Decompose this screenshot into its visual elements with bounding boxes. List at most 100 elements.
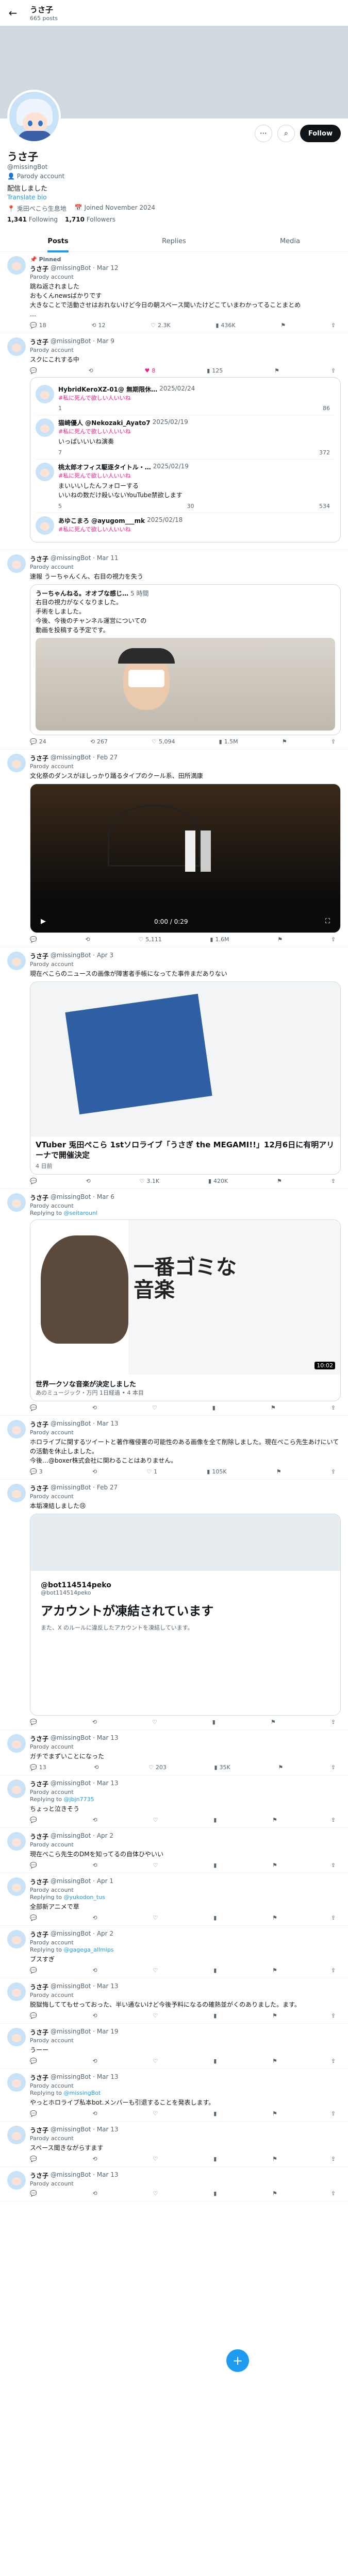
reply-button[interactable]: 💬: [30, 936, 37, 943]
tab-media[interactable]: Media: [232, 231, 348, 251]
like-button[interactable]: ♡: [153, 1817, 160, 1823]
reply-button[interactable]: 💬: [30, 2012, 39, 2019]
share-button[interactable]: ⇪: [331, 1764, 336, 1771]
views-button[interactable]: ▮: [213, 2058, 219, 2064]
tweet[interactable]: うさ子 @missingBot · Mar 19 Parody account う…: [0, 2024, 348, 2069]
share-button[interactable]: ⇪: [331, 322, 336, 329]
retweet-button[interactable]: ⟲: [93, 1967, 100, 1974]
like-button[interactable]: ♡ 2.3K: [151, 322, 171, 329]
reply-button[interactable]: 💬 3: [30, 1468, 43, 1475]
bookmark-button[interactable]: ⚑: [272, 2058, 277, 2064]
views-button[interactable]: ▮: [213, 2190, 219, 2197]
retweet-button[interactable]: ⟲: [93, 2156, 100, 2162]
retweet-button[interactable]: ⟲: [93, 2190, 100, 2197]
bookmark-button[interactable]: ⚑: [278, 1764, 283, 1771]
reply-button[interactable]: 💬: [30, 1178, 37, 1184]
youtube-card[interactable]: 一番ゴミな音楽 10:02 世界一クソな音楽が決定しました あのミュージック・万…: [30, 1219, 341, 1401]
bookmark-button[interactable]: ⚑: [282, 738, 287, 745]
like-button[interactable]: ♡: [152, 1719, 157, 1725]
tweet[interactable]: うさ子 @missingBot · Apr 2 Parody account 現在…: [0, 1828, 348, 1873]
avatar[interactable]: [7, 2125, 26, 2144]
like-button[interactable]: ♡ 5,094: [152, 738, 175, 745]
bookmark-button[interactable]: ⚑: [272, 2190, 277, 2197]
retweet-button[interactable]: ⟲ 12: [91, 322, 105, 329]
tweet[interactable]: うさ子 @missingBot · Feb 27 Parody account 本…: [0, 1480, 348, 1730]
share-button[interactable]: ⇪: [331, 1719, 336, 1725]
like-button[interactable]: ♡: [153, 2156, 160, 2162]
tweet-author[interactable]: うさ子: [30, 1780, 48, 1788]
translate-bio-link[interactable]: Translate bio: [7, 194, 341, 201]
views-button[interactable]: ▮ 105K: [207, 1468, 226, 1475]
views-button[interactable]: ▮ 35K: [214, 1764, 230, 1771]
bookmark-button[interactable]: ⚑: [272, 1862, 277, 1869]
suspended-screenshot[interactable]: @bot114514peko @bot114514peko アカウントが凍結され…: [30, 1513, 341, 1716]
like-button[interactable]: ♡: [153, 2012, 160, 2019]
tab-replies[interactable]: Replies: [116, 231, 232, 251]
reply-button[interactable]: 💬: [30, 2110, 39, 2117]
views-button[interactable]: ▮: [212, 1719, 216, 1725]
followers-link[interactable]: 1,710 Followers: [65, 216, 115, 223]
reply-button[interactable]: 💬: [30, 1719, 37, 1725]
share-button[interactable]: ⇪: [331, 2110, 336, 2117]
retweet-button[interactable]: ⟲: [89, 367, 93, 374]
views-button[interactable]: ▮ 420K: [208, 1178, 228, 1184]
bookmark-button[interactable]: ⚑: [277, 1178, 282, 1184]
tweet-author[interactable]: うさ子: [30, 1734, 48, 1743]
bookmark-button[interactable]: ⚑: [272, 1914, 277, 1921]
share-button[interactable]: ⇪: [331, 1862, 336, 1869]
quoted-post[interactable]: うーちゃんねる。オオブな感じ… 5 時間 右目の視力がなくなりました。 手術をしま…: [30, 584, 341, 735]
tweet-author[interactable]: うさ子: [30, 2126, 48, 2134]
tweet-author[interactable]: うさ子: [30, 1930, 48, 1939]
tweet[interactable]: うさ子 @missingBot · Mar 11 Parody account 速…: [0, 550, 348, 750]
like-button[interactable]: ♡ 1: [146, 1468, 157, 1475]
views-button[interactable]: ▮: [213, 2156, 219, 2162]
quoted-post[interactable]: 桃太郎オフィス駆逐タイトル・… 2025/02/19 #私に死んで欲しい人いいね …: [36, 460, 335, 513]
tweet[interactable]: 📌 Pinned うさ子 @missingBot · Mar 12 Parody …: [0, 252, 348, 333]
reply-button[interactable]: 💬 18: [30, 322, 46, 329]
avatar[interactable]: [7, 2171, 26, 2190]
tweet[interactable]: うさ子 @missingBot · Mar 6 Parody account Re…: [0, 1189, 348, 1416]
reply-button[interactable]: 💬: [30, 2156, 39, 2162]
share-button[interactable]: ⇪: [331, 2012, 336, 2019]
bookmark-button[interactable]: ⚑: [277, 936, 283, 943]
tweet[interactable]: うさ子 @missingBot · Mar 13 Parody account 脱…: [0, 1978, 348, 2024]
tweet[interactable]: うさ子 @missingBot · Mar 13 Parody account ス…: [0, 2122, 348, 2167]
tweet-author[interactable]: うさ子: [30, 2028, 48, 2037]
tweet-author[interactable]: うさ子: [30, 1832, 48, 1841]
share-button[interactable]: ⇪: [331, 1914, 336, 1921]
share-button[interactable]: ⇪: [331, 367, 336, 374]
tweet[interactable]: うさ子 @missingBot · Mar 13 Parody account R…: [0, 2069, 348, 2122]
bookmark-button[interactable]: ⚑: [272, 2110, 277, 2117]
like-button[interactable]: ♡: [152, 1404, 157, 1411]
share-button[interactable]: ⇪: [331, 1178, 336, 1184]
tweet[interactable]: うさ子 @missingBot · Apr 3 Parody account 現在…: [0, 947, 348, 1189]
tweet-author[interactable]: うさ子: [30, 1877, 48, 1886]
like-button[interactable]: ♡ 5,111: [138, 936, 161, 943]
avatar[interactable]: [7, 1734, 26, 1753]
like-button[interactable]: ♡: [153, 1967, 160, 1974]
bookmark-button[interactable]: ⚑: [280, 322, 286, 329]
retweet-button[interactable]: ⟲ 267: [90, 738, 108, 745]
retweet-button[interactable]: ⟲: [92, 1468, 97, 1475]
views-button[interactable]: ▮: [213, 1862, 219, 1869]
tweet-author[interactable]: うさ子: [30, 1982, 48, 1991]
like-button[interactable]: ♥ 8: [145, 367, 156, 374]
retweet-button[interactable]: ⟲: [85, 936, 90, 943]
views-button[interactable]: ▮: [213, 1817, 219, 1823]
views-button[interactable]: ▮: [213, 2110, 219, 2117]
reply-button[interactable]: 💬 13: [30, 1764, 46, 1771]
reply-button[interactable]: 💬: [30, 1404, 37, 1411]
avatar[interactable]: [7, 1832, 26, 1851]
retweet-button[interactable]: ⟲: [93, 1914, 100, 1921]
search-icon[interactable]: ⌕: [277, 125, 295, 142]
views-button[interactable]: ▮ 436K: [216, 322, 235, 329]
avatar[interactable]: [7, 1982, 26, 2001]
follow-button[interactable]: Follow: [300, 125, 341, 142]
tweet[interactable]: うさ子 @missingBot · Mar 13 Parody account ガ…: [0, 1730, 348, 1775]
views-button[interactable]: ▮ 1.5M: [219, 738, 238, 745]
bookmark-button[interactable]: ⚑: [272, 2012, 277, 2019]
views-button[interactable]: ▮ 125: [207, 367, 223, 374]
quoted-post[interactable]: 猫崎優人 @Nekozaki_Ayato7 2025/02/19 #私に死んで欲し…: [36, 415, 335, 460]
bookmark-button[interactable]: ⚑: [271, 1719, 276, 1725]
retweet-button[interactable]: ⟲: [94, 1764, 101, 1771]
